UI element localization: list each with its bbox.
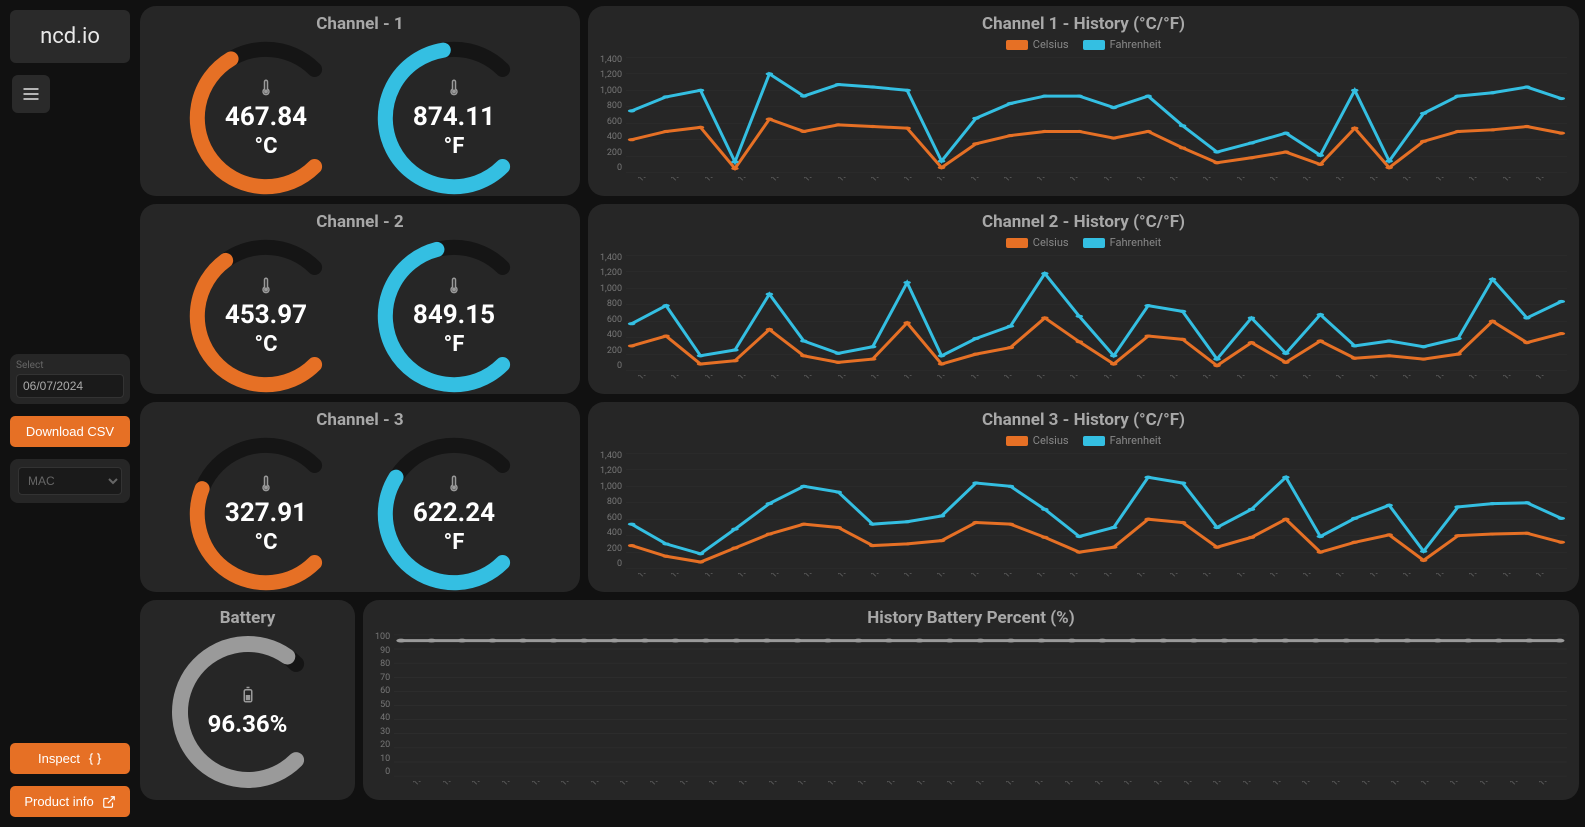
celsius-value: 327.91 bbox=[225, 498, 307, 528]
brand-logo: ncd.io bbox=[10, 10, 130, 63]
thermometer-icon bbox=[257, 78, 275, 100]
plot-area[interactable] bbox=[394, 632, 1567, 779]
battery-history-panel: History Battery Percent (%) 100908070605… bbox=[363, 600, 1579, 800]
celsius-gauge: 453.97 °C bbox=[181, 236, 351, 394]
y-axis: 1009080706050403020100 bbox=[375, 632, 390, 779]
fahrenheit-value: 849.15 bbox=[413, 300, 495, 330]
fahrenheit-value: 874.11 bbox=[413, 102, 495, 132]
battery-icon bbox=[239, 686, 257, 708]
y-axis: 1,4001,2001,0008006004002000 bbox=[600, 451, 622, 571]
x-axis: 15:48:2015:48:2015:48:2015:48:2015:48:20… bbox=[600, 177, 1567, 186]
mac-select-card: MAC bbox=[10, 459, 130, 503]
hamburger-menu-button[interactable] bbox=[12, 75, 50, 113]
x-axis: 15:48:2015:48:2015:48:2015:48:2015:48:20… bbox=[600, 375, 1567, 384]
thermometer-icon bbox=[257, 474, 275, 496]
date-label: Select bbox=[16, 360, 124, 371]
celsius-value: 453.97 bbox=[225, 300, 307, 330]
celsius-value: 467.84 bbox=[225, 102, 307, 132]
battery-gauge-panel: Battery 96.36% bbox=[140, 600, 355, 800]
thermometer-icon bbox=[445, 276, 463, 298]
chart-title: Channel 3 - History (°C/°F) bbox=[600, 410, 1567, 430]
channel-3-history-panel: Channel 3 - History (°C/°F) Celsius Fahr… bbox=[588, 402, 1579, 592]
channel-2-gauge-panel: Channel - 2 453.97 °C 849.15 °F bbox=[140, 204, 580, 394]
product-info-button[interactable]: Product info bbox=[10, 786, 130, 817]
panel-title: Battery bbox=[152, 608, 343, 628]
braces-icon bbox=[88, 752, 102, 766]
celsius-unit: °C bbox=[255, 332, 278, 357]
date-picker-card: Select bbox=[10, 354, 130, 404]
thermometer-icon bbox=[445, 78, 463, 100]
plot-area[interactable] bbox=[626, 253, 1567, 373]
celsius-gauge: 467.84 °C bbox=[181, 38, 351, 196]
fahrenheit-unit: °F bbox=[444, 332, 465, 357]
channel-3-gauge-panel: Channel - 3 327.91 °C 622.24 °F bbox=[140, 402, 580, 592]
chart-title: History Battery Percent (%) bbox=[375, 608, 1567, 628]
y-axis: 1,4001,2001,0008006004002000 bbox=[600, 55, 622, 175]
thermometer-icon bbox=[445, 474, 463, 496]
channel-1-gauge-panel: Channel - 1 467.84 °C 874.11 °F bbox=[140, 6, 580, 196]
fahrenheit-gauge: 849.15 °F bbox=[369, 236, 539, 394]
chart-legend: Celsius Fahrenheit bbox=[600, 434, 1567, 447]
external-link-icon bbox=[102, 795, 116, 809]
fahrenheit-gauge: 874.11 °F bbox=[369, 38, 539, 196]
fahrenheit-gauge: 622.24 °F bbox=[369, 434, 539, 592]
panel-title: Channel - 1 bbox=[152, 14, 568, 34]
channel-2-history-panel: Channel 2 - History (°C/°F) Celsius Fahr… bbox=[588, 204, 1579, 394]
panel-title: Channel - 3 bbox=[152, 410, 568, 430]
celsius-unit: °C bbox=[255, 530, 278, 555]
x-axis: 15:48:2015:48:2015:48:2015:48:2015:48:20… bbox=[375, 781, 1567, 790]
y-axis: 1,4001,2001,0008006004002000 bbox=[600, 253, 622, 373]
hamburger-icon bbox=[21, 84, 41, 104]
battery-value: 96.36% bbox=[208, 710, 288, 738]
fahrenheit-unit: °F bbox=[444, 530, 465, 555]
thermometer-icon bbox=[257, 276, 275, 298]
chart-legend: Celsius Fahrenheit bbox=[600, 38, 1567, 51]
fahrenheit-unit: °F bbox=[444, 134, 465, 159]
mac-select[interactable]: MAC bbox=[18, 467, 122, 495]
chart-title: Channel 2 - History (°C/°F) bbox=[600, 212, 1567, 232]
inspect-button[interactable]: Inspect bbox=[10, 743, 130, 774]
download-csv-button[interactable]: Download CSV bbox=[10, 416, 130, 447]
x-axis: 15:48:2015:48:2015:48:2015:48:2015:48:20… bbox=[600, 573, 1567, 582]
chart-legend: Celsius Fahrenheit bbox=[600, 236, 1567, 249]
chart-title: Channel 1 - History (°C/°F) bbox=[600, 14, 1567, 34]
plot-area[interactable] bbox=[626, 451, 1567, 571]
fahrenheit-value: 622.24 bbox=[413, 498, 495, 528]
date-input[interactable] bbox=[16, 374, 124, 398]
channel-1-history-panel: Channel 1 - History (°C/°F) Celsius Fahr… bbox=[588, 6, 1579, 196]
panel-title: Channel - 2 bbox=[152, 212, 568, 232]
plot-area[interactable] bbox=[626, 55, 1567, 175]
celsius-unit: °C bbox=[255, 134, 278, 159]
battery-gauge: 96.36% bbox=[168, 632, 328, 792]
celsius-gauge: 327.91 °C bbox=[181, 434, 351, 592]
